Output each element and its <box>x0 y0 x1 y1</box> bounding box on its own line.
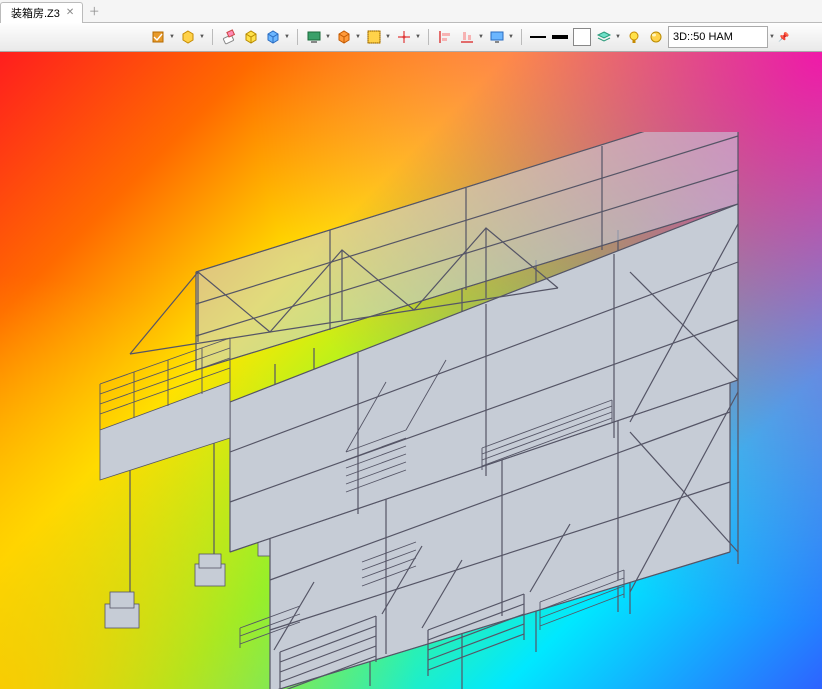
eraser-button[interactable] <box>219 27 239 47</box>
tab-bar: 装箱房.Z3 ✕ ＋ <box>0 0 822 23</box>
chevron-down-icon[interactable]: ▼ <box>198 27 206 47</box>
separator <box>297 29 298 45</box>
tab-title: 装箱房.Z3 <box>11 5 60 21</box>
sphere-icon[interactable] <box>646 27 666 47</box>
align-left-button[interactable] <box>435 27 455 47</box>
separator <box>521 29 522 45</box>
solid-orange-button[interactable] <box>334 27 354 47</box>
plus-icon[interactable]: ＋ <box>85 2 103 20</box>
viewport-3d[interactable] <box>0 52 822 689</box>
separator <box>428 29 429 45</box>
bulb-icon[interactable] <box>624 27 644 47</box>
toolbar: ▼ ▼ ▼ ▼ ▼ ▼ ▼ ▼ ▼ <box>0 23 822 52</box>
separator <box>212 29 213 45</box>
pin-icon[interactable]: 📌 <box>778 27 790 47</box>
screen-button[interactable] <box>304 27 324 47</box>
chevron-down-icon[interactable]: ▼ <box>384 27 392 47</box>
cube-yellow-button[interactable] <box>241 27 261 47</box>
chevron-down-icon[interactable]: ▼ <box>324 27 332 47</box>
document-tab[interactable]: 装箱房.Z3 ✕ <box>0 2 83 23</box>
regen-button[interactable] <box>148 27 168 47</box>
entity-button[interactable] <box>178 27 198 47</box>
chevron-down-icon[interactable]: ▼ <box>414 27 422 47</box>
chevron-down-icon[interactable]: ▼ <box>507 27 515 47</box>
render-button[interactable] <box>364 27 384 47</box>
cube-blue-button[interactable] <box>263 27 283 47</box>
close-icon[interactable]: ✕ <box>66 7 74 18</box>
chevron-down-icon[interactable]: ▼ <box>168 27 176 47</box>
coord-label: 3D::50 HAM <box>673 31 733 43</box>
model-3d <box>70 132 770 689</box>
layer-button[interactable] <box>594 27 614 47</box>
line-thin-button[interactable] <box>528 27 548 47</box>
line-thick-button[interactable] <box>550 27 570 47</box>
display-button[interactable] <box>487 27 507 47</box>
coord-system-field[interactable]: 3D::50 HAM <box>668 26 768 48</box>
chevron-down-icon[interactable]: ▼ <box>354 27 362 47</box>
chevron-down-icon[interactable]: ▼ <box>768 27 776 47</box>
chevron-down-icon[interactable]: ▼ <box>614 27 622 47</box>
axis-button[interactable] <box>394 27 414 47</box>
color-swatch[interactable] <box>572 27 592 47</box>
align-bottom-button[interactable] <box>457 27 477 47</box>
chevron-down-icon[interactable]: ▼ <box>283 27 291 47</box>
chevron-down-icon[interactable]: ▼ <box>477 27 485 47</box>
